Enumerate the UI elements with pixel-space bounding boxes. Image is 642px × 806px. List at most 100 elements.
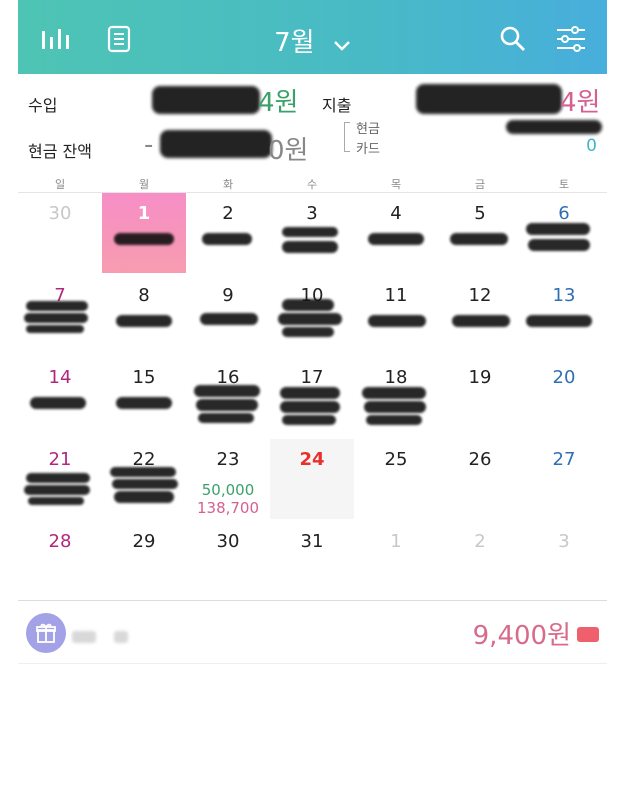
calendar-day-cell[interactable]: 18 (354, 357, 438, 437)
redacted-amount (30, 397, 86, 409)
redacted-amount (24, 485, 90, 495)
calendar-day-cell[interactable]: 12 (438, 275, 522, 355)
day-number: 20 (552, 367, 576, 388)
redacted-amount (24, 313, 88, 323)
month-title: 7월 (274, 28, 315, 58)
day-number: 31 (300, 531, 324, 552)
day-income: 50,000 (201, 481, 255, 499)
redacted-amount (112, 479, 178, 489)
chevron-down-icon (333, 29, 351, 59)
income-label: 수입 (28, 96, 58, 115)
calendar-day-cell[interactable]: 30 (18, 193, 102, 273)
calendar-day-cell[interactable]: 1 (102, 193, 186, 273)
redacted-amount (28, 497, 84, 505)
card-amount: 0 (586, 136, 597, 156)
redacted-amount (200, 313, 258, 325)
calendar-day-cell[interactable]: 31 (270, 521, 354, 601)
redacted-amount (110, 467, 176, 477)
redacted-amount (26, 301, 88, 311)
day-number: 29 (132, 531, 156, 552)
calendar-day-cell[interactable]: 6 (522, 193, 606, 273)
calendar-day-cell[interactable]: 10 (270, 275, 354, 355)
calendar-day-cell[interactable]: 15 (102, 357, 186, 437)
weekday-header: 일월화수목금토 (18, 174, 607, 193)
day-number: 28 (48, 531, 72, 552)
day-number: 17 (300, 367, 324, 388)
calendar-day-cell[interactable]: 2 (186, 193, 270, 273)
redacted-amount (282, 227, 338, 237)
day-number: 3 (306, 203, 318, 224)
day-number: 27 (552, 449, 576, 470)
calendar-day-cell[interactable]: 11 (354, 275, 438, 355)
card-icon (577, 627, 599, 642)
calendar-day-cell[interactable]: 28 (18, 521, 102, 601)
day-number: 21 (48, 449, 72, 470)
gift-icon[interactable] (26, 613, 66, 653)
calendar-day-cell[interactable]: 16 (186, 357, 270, 437)
filter-sliders-icon[interactable] (554, 22, 588, 56)
calendar-day-cell[interactable]: 1 (354, 521, 438, 601)
day-number: 19 (468, 367, 492, 388)
calendar-day-cell[interactable]: 29 (102, 521, 186, 601)
search-icon[interactable] (496, 22, 530, 56)
day-number: 25 (384, 449, 408, 470)
day-number: 15 (132, 367, 156, 388)
point-amount: 9,400원 (472, 621, 571, 651)
redacted-amount (282, 327, 334, 337)
redacted-amount (282, 415, 336, 425)
calendar-day-cell[interactable]: 24 (270, 439, 354, 519)
day-number: 24 (299, 449, 325, 470)
app-window: 7월 수입 4원 지출 4원 현금 잔액 - 0원 현금 카드 0 일 월 화 … (18, 0, 607, 806)
redacted-amount (198, 413, 254, 423)
weekday-label: 수 (306, 178, 318, 191)
income-amount: 4원 (258, 88, 299, 118)
day-number: 2 (222, 203, 234, 224)
redacted-amount (452, 315, 510, 327)
calendar-day-cell[interactable]: 26 (438, 439, 522, 519)
day-number: 23 (216, 449, 240, 470)
redacted-amount (368, 233, 424, 245)
cash-card-bracket (344, 122, 350, 152)
redacted-amount (526, 315, 592, 327)
day-number: 9 (222, 285, 234, 306)
expense-amount: 4원 (560, 88, 601, 118)
redacted-amount (282, 299, 334, 311)
calendar-day-cell[interactable]: 14 (18, 357, 102, 437)
calendar-day-cell[interactable]: 7 (18, 275, 102, 355)
redacted-amount (196, 399, 258, 411)
calendar-day-cell[interactable]: 8 (102, 275, 186, 355)
redacted-amount (526, 223, 590, 235)
cash-balance-label: 현금 잔액 (28, 142, 92, 161)
day-number: 11 (384, 285, 408, 306)
redacted-amount (362, 387, 426, 399)
cash-label: 현금 (356, 122, 380, 137)
redacted-amount (528, 239, 590, 251)
calendar-day-cell[interactable]: 13 (522, 275, 606, 355)
calendar-day-cell[interactable]: 30 (186, 521, 270, 601)
redacted-amount (364, 401, 426, 413)
calendar-day-cell[interactable]: 19 (438, 357, 522, 437)
day-number: 4 (390, 203, 402, 224)
redacted-amount (116, 397, 172, 409)
calendar-day-cell[interactable]: 20 (522, 357, 606, 437)
rewards-bar[interactable]: 9,400원 (18, 600, 607, 664)
calendar-day-cell[interactable]: 5 (438, 193, 522, 273)
redacted-text (114, 631, 128, 643)
card-label: 카드 (356, 142, 380, 157)
calendar-day-cell[interactable]: 25 (354, 439, 438, 519)
calendar-day-cell[interactable]: 23 50,000 138,700 (186, 439, 270, 519)
calendar-day-cell[interactable]: 27 (522, 439, 606, 519)
day-number: 30 (216, 531, 240, 552)
calendar-day-cell[interactable]: 2 (438, 521, 522, 601)
calendar-day-cell[interactable]: 9 (186, 275, 270, 355)
redacted-text (72, 631, 96, 643)
calendar-day-cell[interactable]: 21 (18, 439, 102, 519)
calendar-day-cell[interactable]: 22 (102, 439, 186, 519)
calendar-day-cell[interactable]: 4 (354, 193, 438, 273)
calendar-day-cell[interactable]: 3 (270, 193, 354, 273)
redacted-amount (278, 313, 342, 325)
calendar-day-cell[interactable]: 17 (270, 357, 354, 437)
day-number: 26 (468, 449, 492, 470)
day-number: 1 (390, 531, 402, 552)
calendar-day-cell[interactable]: 3 (522, 521, 606, 601)
